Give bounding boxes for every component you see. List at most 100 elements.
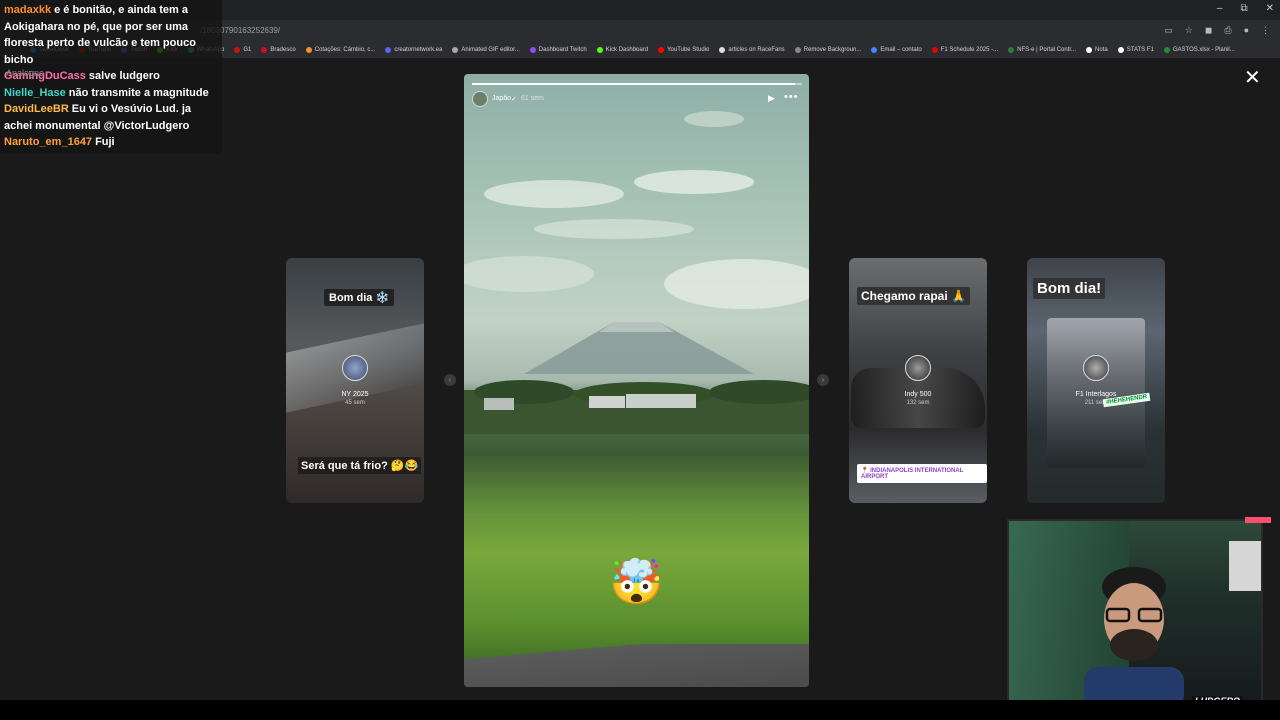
bookmark-label: GASTOS.xlsx - Planil... xyxy=(1172,47,1235,53)
stream-chat-overlay: Analogno madaxkk e é bonitão, e ainda tem… xyxy=(0,0,222,154)
bookmark-item[interactable]: Nota xyxy=(1086,47,1108,53)
story-author-name[interactable]: Japão xyxy=(492,95,511,102)
taskbar-strip xyxy=(0,700,1280,720)
story-card-f1-interlagos[interactable]: Bom dia! F1 Interlagos 211 sem #HEHEHEND… xyxy=(1027,258,1165,503)
chat-username[interactable]: Nielle_Hase xyxy=(4,87,66,99)
bookmark-item[interactable]: Animated GIF editor... xyxy=(452,47,520,53)
bookmark-favicon-icon xyxy=(529,47,536,53)
bookmark-label: Bradesco xyxy=(270,47,296,53)
chat-username[interactable]: Naruto_em_1647 xyxy=(4,136,92,148)
story-avatar xyxy=(342,355,368,381)
profile-icon[interactable]: ● xyxy=(1244,25,1249,36)
bookmark-item[interactable]: Email – contato xyxy=(871,47,922,53)
chat-ghost-text: Analogno xyxy=(6,68,45,78)
bookmark-item[interactable]: F1 Schedule 2025 -... xyxy=(931,47,999,53)
bookmark-favicon-icon xyxy=(452,47,459,53)
story-card-ny-2025[interactable]: Bom dia ❄️ NY 2025 45 sem Será que tá fr… xyxy=(286,258,424,503)
webcam-overlay: LUDGERO xyxy=(1007,519,1263,707)
story-card-name: Indy 500 xyxy=(904,391,932,398)
bookmark-item[interactable]: articles on RaceFans xyxy=(719,47,785,53)
story-card-indy-500[interactable]: Chegamo rapai 🙏 Indy 500 132 sem 📍 INDIA… xyxy=(849,258,987,503)
bookmark-favicon-icon xyxy=(261,47,268,53)
story-card-time: 45 sem xyxy=(345,400,365,406)
story-card-name: NY 2025 xyxy=(341,391,369,398)
chat-message: Naruto_em_1647 Fuji xyxy=(4,134,218,151)
story-author-avatar[interactable] xyxy=(472,91,488,107)
monitor-image xyxy=(1229,541,1261,591)
bookmark-favicon-icon xyxy=(719,47,726,53)
bookmark-item[interactable]: GASTOS.xlsx - Planil... xyxy=(1163,47,1235,53)
bookmark-item[interactable]: Remove Backgroun... xyxy=(794,47,862,53)
window-controls: – ⧉ ✕ xyxy=(1217,3,1274,14)
prev-story-arrow[interactable]: ‹ xyxy=(444,374,456,386)
bookmark-label: NFS-e | Portal Contr... xyxy=(1017,47,1077,53)
bookmark-item[interactable]: G1 xyxy=(234,47,251,53)
story-avatar xyxy=(1083,355,1109,381)
minimize-icon[interactable]: – xyxy=(1217,3,1223,14)
bookmark-favicon-icon xyxy=(596,47,603,53)
bookmark-item[interactable]: Kick Dashboard xyxy=(596,47,649,53)
bookmark-label: Nota xyxy=(1095,47,1108,53)
chat-username[interactable]: madaxkk xyxy=(4,4,51,16)
more-options-icon[interactable]: ••• xyxy=(784,91,799,103)
story-avatar xyxy=(905,355,931,381)
menu-icon[interactable]: ⋮ xyxy=(1261,25,1270,36)
exploding-head-emoji-sticker: 🤯 xyxy=(609,558,664,607)
bookmark-item[interactable]: creatornetwork.ea xyxy=(385,47,442,53)
extension-icon[interactable]: ◼ xyxy=(1205,25,1212,36)
next-story-arrow[interactable]: › xyxy=(817,374,829,386)
window-close-icon[interactable]: ✕ xyxy=(1266,3,1274,14)
chat-text: Fuji xyxy=(95,136,115,148)
bookmark-favicon-icon xyxy=(1008,47,1015,53)
story-sticker-top: Bom dia! xyxy=(1033,278,1106,299)
bookmark-item[interactable]: NFS-e | Portal Contr... xyxy=(1008,47,1076,53)
bookmark-label: articles on RaceFans xyxy=(728,47,785,53)
road-image xyxy=(464,644,809,687)
bookmark-star-icon[interactable]: ☆ xyxy=(1185,25,1193,36)
bookmark-item[interactable]: YouTube Studio xyxy=(658,47,709,53)
bookmark-favicon-icon xyxy=(305,47,312,53)
clouds-image xyxy=(464,111,809,309)
bookmark-item[interactable]: Dashboard Twitch xyxy=(529,47,587,53)
mount-fuji-image xyxy=(464,322,809,434)
story-sticker-bottom: Será que tá frio? 🤔😂 xyxy=(298,457,422,474)
story-progress-fill xyxy=(472,83,796,85)
bookmark-item[interactable]: Cotações: Câmbio, c... xyxy=(305,47,376,53)
bookmark-item[interactable]: STATS F1 xyxy=(1117,47,1154,53)
address-bar-icons: ▭ ☆ ◼ ⎙ ● ⋮ xyxy=(1164,25,1270,36)
bookmark-label: creatornetwork.ea xyxy=(394,47,443,53)
story-sticker-top: Chegamo rapai 🙏 xyxy=(857,287,970,305)
close-stories-button[interactable]: ✕ xyxy=(1244,68,1261,88)
maximize-icon[interactable]: ⧉ xyxy=(1240,3,1247,14)
chat-text: não transmite a magnitude xyxy=(68,86,209,99)
bookmark-label: YouTube Studio xyxy=(667,47,710,53)
chat-username[interactable]: DavidLeeBR xyxy=(4,103,69,115)
bookmark-label: Kick Dashboard xyxy=(605,47,649,53)
bookmark-label: Dashboard Twitch xyxy=(538,47,587,53)
webcam-accent-bar xyxy=(1245,517,1271,523)
chat-message: madaxkk e é bonitão, e ainda tem a Aokiga… xyxy=(4,2,218,68)
bookmark-favicon-icon xyxy=(1163,47,1170,53)
bookmark-favicon-icon xyxy=(794,47,801,53)
story-progress-bar xyxy=(472,83,802,85)
bookmark-favicon-icon xyxy=(1086,47,1093,53)
location-sticker: 📍 INDIANAPOLIS INTERNATIONAL AIRPORT xyxy=(857,464,987,483)
play-icon[interactable]: ▶ xyxy=(768,93,775,104)
screen-cast-icon[interactable]: ▭ xyxy=(1164,25,1173,36)
streamer-image xyxy=(1084,567,1184,705)
story-sticker-top: Bom dia ❄️ xyxy=(324,289,395,306)
bookmark-favicon-icon xyxy=(385,47,392,53)
bookmark-favicon-icon xyxy=(871,47,878,53)
chat-text: salve ludgero xyxy=(88,70,160,82)
bookmark-label: G1 xyxy=(243,47,252,53)
bookmark-label: Email – contato xyxy=(880,47,922,53)
bookmark-label: Remove Backgroun... xyxy=(803,47,862,53)
print-icon[interactable]: ⎙ xyxy=(1224,25,1231,36)
bookmark-favicon-icon xyxy=(931,47,938,53)
bookmark-item[interactable]: Bradesco xyxy=(261,47,296,53)
main-story[interactable]: Japão ✓ 61 sem ▶ ••• 🤯 xyxy=(464,74,809,687)
bookmark-label: Cotações: Câmbio, c... xyxy=(314,47,376,53)
bookmark-label: F1 Schedule 2025 -... xyxy=(940,47,999,53)
bookmark-favicon-icon xyxy=(234,47,241,53)
story-card-time: 132 sem xyxy=(906,400,930,406)
